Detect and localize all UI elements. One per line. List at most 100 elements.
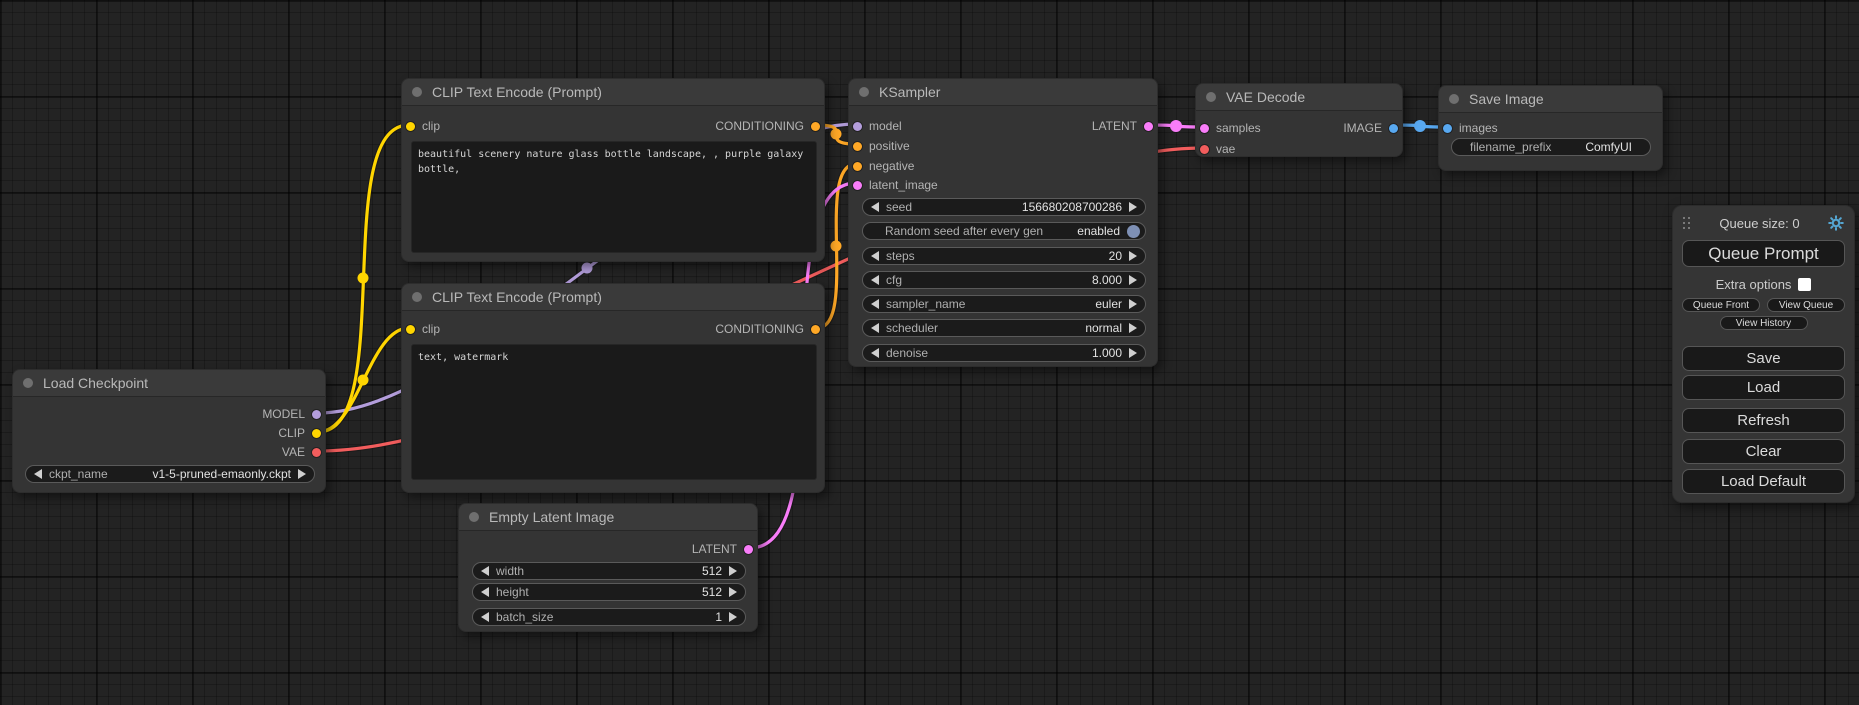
node-clip-text-encode-positive[interactable]: CLIP Text Encode (Prompt) clip CONDITION… — [401, 78, 825, 262]
input-slot-clip[interactable]: clip — [406, 119, 440, 133]
comfyui-canvas[interactable]: { "port_colors": { "model": "#B39DDB", "… — [0, 0, 1859, 705]
increment-arrow-icon[interactable] — [729, 587, 737, 597]
clear-button[interactable]: Clear — [1682, 439, 1845, 464]
increment-arrow-icon[interactable] — [1129, 202, 1137, 212]
decrement-arrow-icon[interactable] — [871, 251, 879, 261]
widget-seed[interactable]: seed 156680208700286 — [862, 198, 1146, 216]
widget-cfg[interactable]: cfg 8.000 — [862, 271, 1146, 289]
increment-arrow-icon[interactable] — [1129, 251, 1137, 261]
output-port-conditioning[interactable] — [811, 122, 820, 131]
decrement-arrow-icon[interactable] — [871, 299, 879, 309]
widget-denoise[interactable]: denoise 1.000 — [862, 344, 1146, 362]
widget-height[interactable]: height 512 — [472, 583, 746, 601]
node-title-bar[interactable]: CLIP Text Encode (Prompt) — [402, 79, 824, 106]
node-collapse-dot[interactable] — [412, 292, 422, 302]
node-clip-text-encode-negative[interactable]: CLIP Text Encode (Prompt) clip CONDITION… — [401, 283, 825, 493]
output-slot-latent[interactable]: LATENT — [1092, 119, 1153, 133]
decrement-arrow-icon[interactable] — [34, 469, 42, 479]
widget-width[interactable]: width 512 — [472, 562, 746, 580]
increment-arrow-icon[interactable] — [1129, 348, 1137, 358]
decrement-arrow-icon[interactable] — [481, 587, 489, 597]
view-history-button[interactable]: View History — [1720, 316, 1808, 330]
decrement-arrow-icon[interactable] — [871, 275, 879, 285]
output-port-vae[interactable] — [312, 448, 321, 457]
decrement-arrow-icon[interactable] — [871, 323, 879, 333]
widget-scheduler[interactable]: scheduler normal — [862, 319, 1146, 337]
node-ksampler[interactable]: KSampler model LATENT positive negative … — [848, 78, 1158, 367]
increment-arrow-icon[interactable] — [298, 469, 306, 479]
increment-arrow-icon[interactable] — [729, 612, 737, 622]
queue-prompt-button[interactable]: Queue Prompt — [1682, 240, 1845, 267]
decrement-arrow-icon[interactable] — [871, 348, 879, 358]
output-port-latent[interactable] — [744, 545, 753, 554]
save-button[interactable]: Save — [1682, 346, 1845, 371]
output-slot-model[interactable]: MODEL — [262, 404, 321, 424]
output-slot-image[interactable]: IMAGE — [1343, 121, 1398, 135]
output-slot-latent[interactable]: LATENT — [692, 539, 753, 559]
node-collapse-dot[interactable] — [859, 87, 869, 97]
decrement-arrow-icon[interactable] — [481, 612, 489, 622]
view-queue-button[interactable]: View Queue — [1767, 298, 1845, 312]
input-slot-model[interactable]: model — [853, 119, 902, 133]
input-port-clip[interactable] — [406, 325, 415, 334]
node-title-bar[interactable]: Load Checkpoint — [13, 370, 325, 397]
refresh-button[interactable]: Refresh — [1682, 408, 1845, 433]
load-button[interactable]: Load — [1682, 375, 1845, 400]
input-port-positive[interactable] — [853, 142, 862, 151]
node-collapse-dot[interactable] — [1449, 94, 1459, 104]
node-collapse-dot[interactable] — [23, 378, 33, 388]
node-title-bar[interactable]: KSampler — [849, 79, 1157, 106]
widget-sampler-name[interactable]: sampler_name euler — [862, 295, 1146, 313]
queue-front-button[interactable]: Queue Front — [1682, 298, 1760, 312]
decrement-arrow-icon[interactable] — [871, 202, 879, 212]
gear-icon[interactable] — [1828, 215, 1844, 231]
node-title-bar[interactable]: Empty Latent Image — [459, 504, 757, 531]
extra-options-checkbox[interactable] — [1798, 278, 1811, 291]
widget-random-seed[interactable]: Random seed after every gen enabled — [862, 222, 1146, 240]
output-port-image[interactable] — [1389, 124, 1398, 133]
node-collapse-dot[interactable] — [1206, 92, 1216, 102]
output-port-clip[interactable] — [312, 429, 321, 438]
increment-arrow-icon[interactable] — [1129, 323, 1137, 333]
output-slot-clip[interactable]: CLIP — [278, 423, 321, 443]
output-port-latent[interactable] — [1144, 122, 1153, 131]
node-title-bar[interactable]: Save Image — [1439, 86, 1662, 113]
input-slot-vae[interactable]: vae — [1200, 139, 1235, 159]
input-slot-latent-image[interactable]: latent_image — [853, 175, 938, 195]
node-title-bar[interactable]: VAE Decode — [1196, 84, 1402, 111]
prompt-textarea[interactable]: text, watermark — [411, 344, 817, 480]
increment-arrow-icon[interactable] — [729, 566, 737, 576]
output-slot-conditioning[interactable]: CONDITIONING — [715, 119, 820, 133]
load-default-button[interactable]: Load Default — [1682, 469, 1845, 494]
output-port-model[interactable] — [312, 410, 321, 419]
drag-handle-icon[interactable] — [1683, 217, 1691, 230]
output-slot-vae[interactable]: VAE — [282, 442, 321, 462]
toggle-icon[interactable] — [1127, 225, 1140, 238]
decrement-arrow-icon[interactable] — [481, 566, 489, 576]
input-port-latent-image[interactable] — [853, 181, 862, 190]
node-save-image[interactable]: Save Image images filename_prefix ComfyU… — [1438, 85, 1663, 171]
input-port-clip[interactable] — [406, 122, 415, 131]
widget-batch-size[interactable]: batch_size 1 — [472, 608, 746, 626]
increment-arrow-icon[interactable] — [1129, 275, 1137, 285]
output-slot-conditioning[interactable]: CONDITIONING — [715, 322, 820, 336]
increment-arrow-icon[interactable] — [1129, 299, 1137, 309]
widget-filename-prefix[interactable]: filename_prefix ComfyUI — [1451, 138, 1651, 156]
input-port-vae[interactable] — [1200, 145, 1209, 154]
input-slot-negative[interactable]: negative — [853, 156, 914, 176]
input-port-samples[interactable] — [1200, 124, 1209, 133]
node-load-checkpoint[interactable]: Load Checkpoint MODEL CLIP VAE ckpt_name… — [12, 369, 326, 493]
input-port-images[interactable] — [1443, 124, 1452, 133]
node-collapse-dot[interactable] — [469, 512, 479, 522]
prompt-textarea[interactable]: beautiful scenery nature glass bottle la… — [411, 141, 817, 253]
node-title-bar[interactable]: CLIP Text Encode (Prompt) — [402, 284, 824, 311]
widget-steps[interactable]: steps 20 — [862, 247, 1146, 265]
input-slot-samples[interactable]: samples — [1200, 121, 1261, 135]
input-port-negative[interactable] — [853, 162, 862, 171]
node-empty-latent-image[interactable]: Empty Latent Image LATENT width 512 heig… — [458, 503, 758, 632]
queue-panel[interactable]: Queue size: 0 Queue Prompt Extra options… — [1672, 205, 1855, 503]
output-port-conditioning[interactable] — [811, 325, 820, 334]
input-slot-positive[interactable]: positive — [853, 136, 910, 156]
widget-ckpt-name[interactable]: ckpt_name v1-5-pruned-emaonly.ckpt — [25, 465, 315, 483]
input-slot-images[interactable]: images — [1443, 118, 1498, 138]
